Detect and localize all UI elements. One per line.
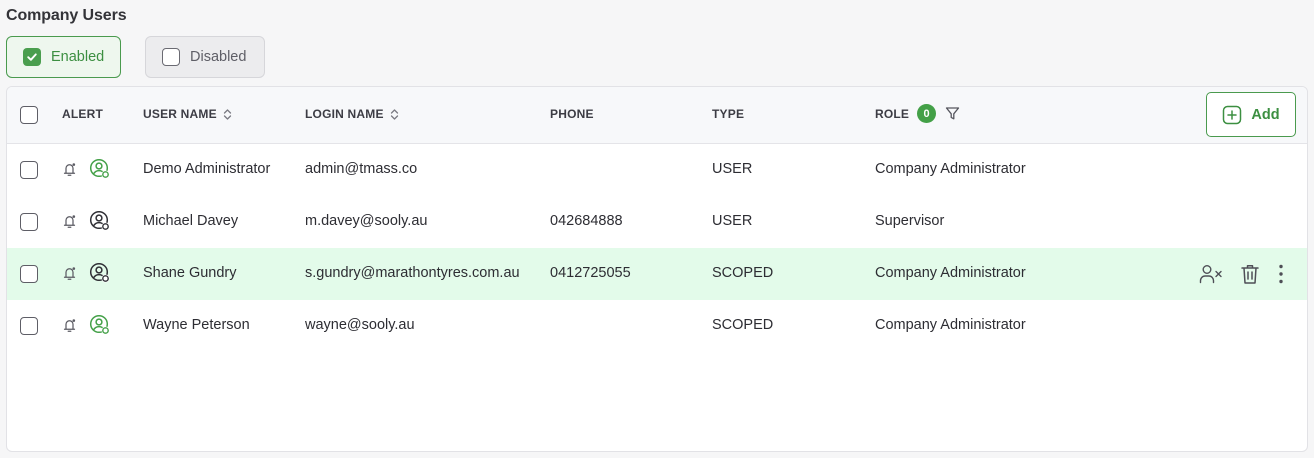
user-name-cell: Demo Administrator — [143, 161, 271, 177]
login-name-cell: s.gundry@marathontyres.com.au — [305, 265, 520, 281]
user-status-icon[interactable] — [89, 210, 111, 237]
role-cell: Company Administrator — [875, 161, 1026, 177]
more-options-icon[interactable] — [1278, 262, 1284, 286]
header-user-name-label: USER NAME — [143, 107, 217, 121]
type-cell: SCOPED — [712, 317, 774, 333]
user-status-icon[interactable] — [89, 314, 111, 341]
header-role: ROLE 0 — [875, 104, 960, 123]
disabled-filter-toggle[interactable]: Disabled — [145, 36, 265, 78]
row-select-checkbox[interactable] — [20, 265, 38, 283]
bell-alert-icon[interactable] — [61, 317, 78, 339]
type-cell: USER — [712, 213, 753, 229]
login-name-cell: wayne@sooly.au — [305, 317, 415, 333]
enabled-filter-toggle[interactable]: Enabled — [6, 36, 121, 78]
bell-alert-icon[interactable] — [61, 161, 78, 183]
sort-icon[interactable] — [390, 108, 399, 121]
page-title: Company Users — [6, 7, 127, 24]
row-actions — [1197, 262, 1284, 286]
select-all-checkbox[interactable] — [20, 106, 38, 124]
filter-icon[interactable] — [945, 106, 960, 121]
bell-alert-icon[interactable] — [61, 213, 78, 235]
header-type: TYPE — [712, 107, 745, 121]
disable-user-icon[interactable] — [1197, 262, 1225, 286]
login-name-cell: admin@tmass.co — [305, 161, 418, 177]
disabled-filter-label: Disabled — [190, 49, 247, 65]
type-cell: SCOPED — [712, 265, 774, 281]
checkbox-unchecked-icon — [162, 48, 180, 66]
sort-icon[interactable] — [223, 108, 232, 121]
add-user-label: Add — [1251, 106, 1280, 123]
add-user-button[interactable]: Add — [1206, 92, 1296, 137]
user-status-icon[interactable] — [89, 262, 111, 289]
header-login-name-label: LOGIN NAME — [305, 107, 384, 121]
bell-alert-icon[interactable] — [61, 265, 78, 287]
row-select-checkbox[interactable] — [20, 213, 38, 231]
phone-cell: 0412725055 — [550, 265, 631, 281]
role-cell: Supervisor — [875, 213, 945, 229]
role-cell: Company Administrator — [875, 317, 1026, 333]
enabled-filter-label: Enabled — [51, 49, 105, 65]
header-alert: ALERT — [62, 107, 103, 121]
table-row[interactable]: Michael Davey m.davey@sooly.au 042684888… — [7, 196, 1307, 248]
users-table: ALERT USER NAME LOGIN NAME PHONE TYPE RO… — [6, 86, 1308, 452]
user-name-cell: Shane Gundry — [143, 265, 237, 281]
checkbox-checked-icon — [23, 48, 41, 66]
table-row[interactable]: Wayne Peterson wayne@sooly.au SCOPED Com… — [7, 300, 1307, 352]
header-role-label: ROLE — [875, 106, 910, 121]
header-user-name[interactable]: USER NAME — [143, 107, 232, 121]
trash-icon[interactable] — [1239, 262, 1261, 286]
table-row[interactable]: Shane Gundry s.gundry@marathontyres.com.… — [7, 248, 1307, 300]
row-select-checkbox[interactable] — [20, 161, 38, 179]
header-phone: PHONE — [550, 107, 594, 121]
plus-square-icon — [1223, 105, 1242, 124]
table-header: ALERT USER NAME LOGIN NAME PHONE TYPE RO… — [7, 87, 1307, 144]
user-name-cell: Michael Davey — [143, 213, 239, 229]
login-name-cell: m.davey@sooly.au — [305, 213, 428, 229]
type-cell: USER — [712, 161, 753, 177]
user-name-cell: Wayne Peterson — [143, 317, 250, 333]
phone-cell: 042684888 — [550, 213, 623, 229]
row-select-checkbox[interactable] — [20, 317, 38, 335]
role-filter-count-badge: 0 — [917, 104, 937, 123]
header-login-name[interactable]: LOGIN NAME — [305, 107, 399, 121]
role-cell: Company Administrator — [875, 265, 1026, 281]
user-status-icon[interactable] — [89, 158, 111, 185]
table-row[interactable]: Demo Administrator admin@tmass.co USER C… — [7, 144, 1307, 196]
